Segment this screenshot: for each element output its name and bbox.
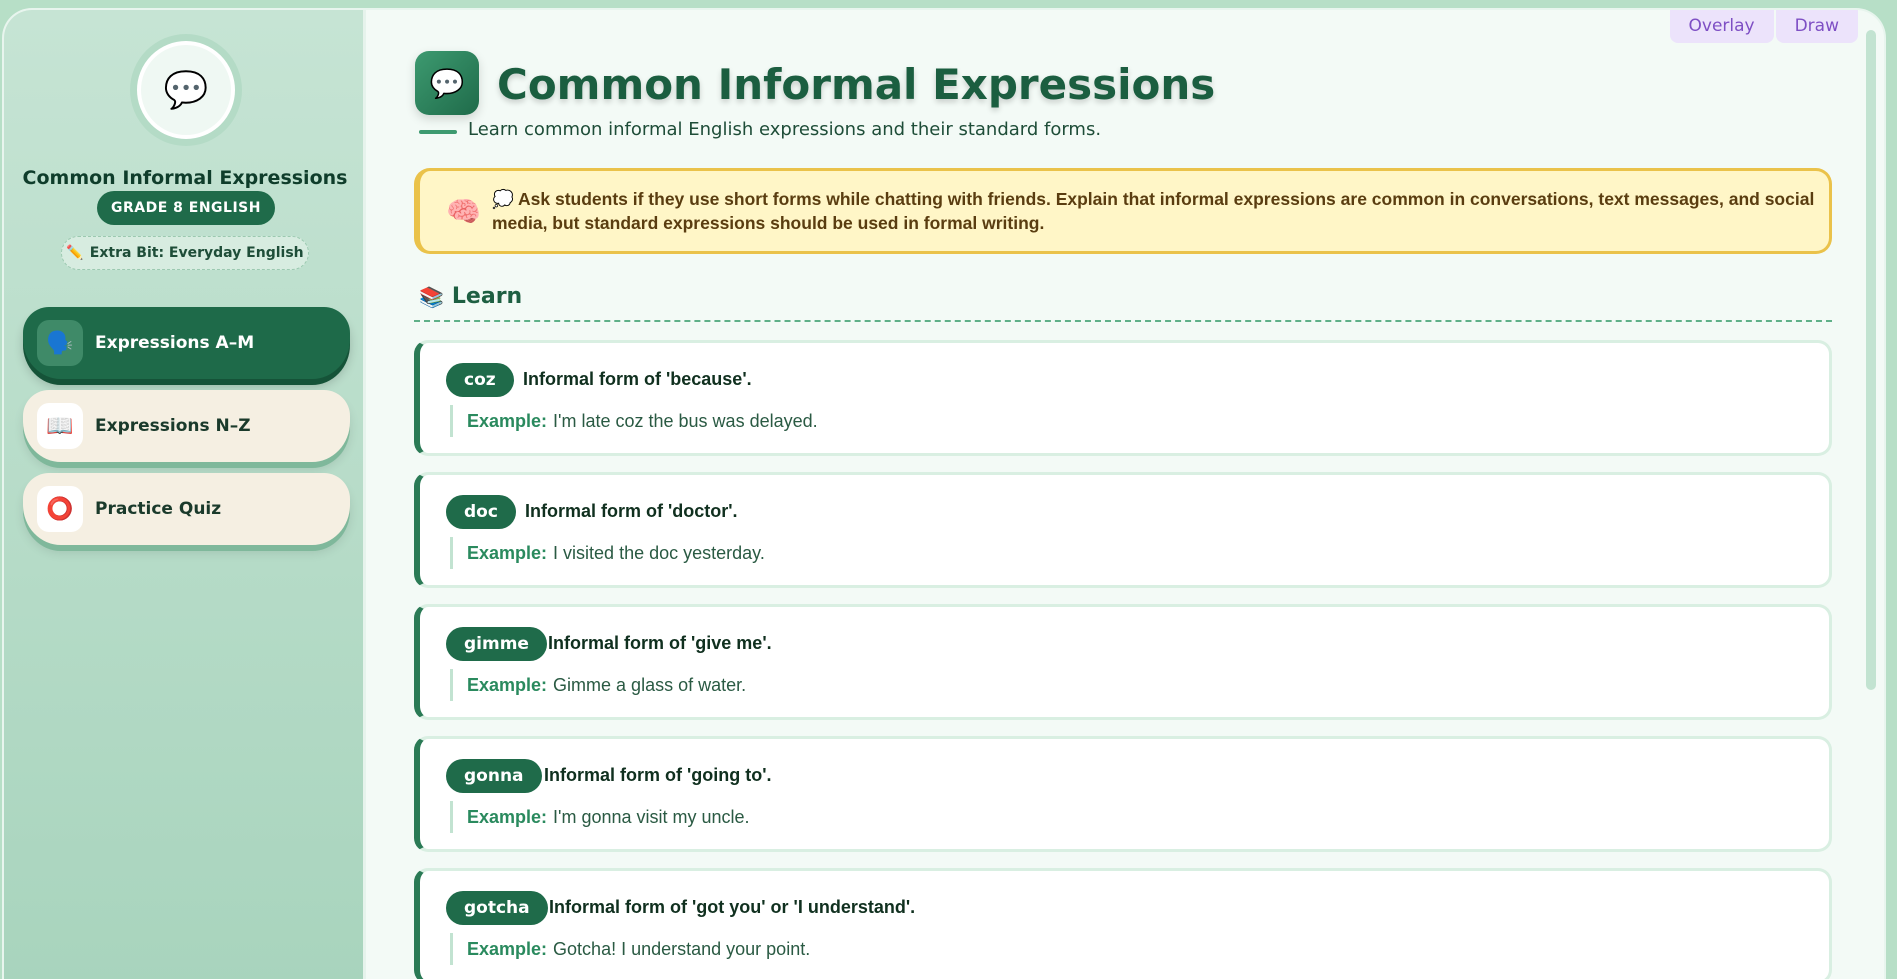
term-badge: gimme <box>446 627 547 661</box>
grade-badge: GRADE 8 ENGLISH <box>97 191 275 225</box>
subtitle-divider <box>419 130 457 134</box>
example-label: Example: <box>467 938 548 959</box>
section-divider <box>414 320 1832 322</box>
section-header: 📚 Learn <box>419 284 522 309</box>
term-example: Example: I'm gonna visit my uncle. <box>450 801 750 833</box>
overlay-button[interactable]: Overlay <box>1669 10 1774 43</box>
example-label: Example: <box>467 410 548 431</box>
term-meaning: Informal form of 'going to'. <box>544 765 772 785</box>
teacher-tip-text: 💭 Ask students if they use short forms w… <box>492 189 1815 233</box>
example-text: Gimme a glass of water. <box>553 674 747 695</box>
term-meaning: Informal form of 'give me'. <box>548 633 772 653</box>
expression-card: gonna Informal form of 'going to'. Examp… <box>414 736 1832 852</box>
expression-list: coz Informal form of 'because'. Example:… <box>414 340 1832 979</box>
expression-card: doc Informal form of 'doctor'. Example: … <box>414 472 1832 588</box>
pencil-icon: ✏️ <box>66 245 84 261</box>
expression-card: gotcha Informal form of 'got you' or 'I … <box>414 868 1832 979</box>
sidebar: 💬 Common Informal Expressions GRADE 8 EN… <box>4 10 366 979</box>
term-badge: doc <box>446 495 516 529</box>
circle-icon: ⭕ <box>37 486 83 532</box>
term-meaning: Informal form of 'doctor'. <box>525 501 738 521</box>
term-badge: gonna <box>446 759 542 793</box>
term-badge: coz <box>446 363 514 397</box>
brain-icon: 🧠 <box>446 194 481 228</box>
term-meaning: Informal form of 'because'. <box>523 369 752 389</box>
page-title: Common Informal Expressions <box>497 60 1216 109</box>
open-book-icon: 📖 <box>37 403 83 449</box>
nav-item-label: Expressions A–M <box>95 333 255 353</box>
draw-button[interactable]: Draw <box>1775 10 1858 43</box>
extra-bit-label: Extra Bit: Everyday English <box>89 245 304 261</box>
app-frame: Overlay Draw 💬 Common Informal Expressio… <box>4 10 1884 979</box>
example-label: Example: <box>467 674 548 695</box>
term-example: Example: I'm late coz the bus was delaye… <box>450 405 818 437</box>
example-text: Gotcha! I understand your point. <box>553 938 811 959</box>
chat-bubbles-icon: 💬 <box>415 51 479 115</box>
nav-item-practice-quiz[interactable]: ⭕ Practice Quiz <box>23 473 350 545</box>
main-content: 💬 Common Informal Expressions Learn comm… <box>366 10 1884 979</box>
speech-bubble-icon: 💬 <box>137 41 235 139</box>
term-example: Example: Gotcha! I understand your point… <box>450 933 810 965</box>
example-label: Example: <box>467 806 548 827</box>
expression-card: coz Informal form of 'because'. Example:… <box>414 340 1832 456</box>
term-meaning: Informal form of 'got you' or 'I underst… <box>549 897 916 917</box>
sidebar-title: Common Informal Expressions <box>22 167 348 189</box>
term-example: Example: Gimme a glass of water. <box>450 669 746 701</box>
example-text: I'm gonna visit my uncle. <box>553 806 750 827</box>
teacher-tip-box: 🧠 💭 Ask students if they use short forms… <box>414 168 1832 254</box>
top-toolbar: Overlay Draw <box>1669 10 1858 43</box>
section-title: Learn <box>451 284 523 309</box>
speaking-head-icon: 🗣️ <box>37 320 83 366</box>
page-subtitle: Learn common informal English expression… <box>468 119 1102 140</box>
books-icon: 📚 <box>419 284 444 309</box>
term-example: Example: I visited the doc yesterday. <box>450 537 765 569</box>
example-text: I'm late coz the bus was delayed. <box>553 410 818 431</box>
scrollbar[interactable] <box>1866 30 1876 690</box>
example-text: I visited the doc yesterday. <box>553 542 765 563</box>
nav-item-expressions-n-z[interactable]: 📖 Expressions N–Z <box>23 390 350 462</box>
extra-bit-pill: ✏️ Extra Bit: Everyday English <box>61 236 309 270</box>
nav-item-expressions-a-m[interactable]: 🗣️ Expressions A–M <box>23 307 350 379</box>
term-badge: gotcha <box>446 891 548 925</box>
example-label: Example: <box>467 542 548 563</box>
nav-item-label: Practice Quiz <box>95 499 222 519</box>
expression-card: gimme Informal form of 'give me'. Exampl… <box>414 604 1832 720</box>
avatar: 💬 <box>130 34 242 146</box>
nav-item-label: Expressions N–Z <box>95 416 251 436</box>
